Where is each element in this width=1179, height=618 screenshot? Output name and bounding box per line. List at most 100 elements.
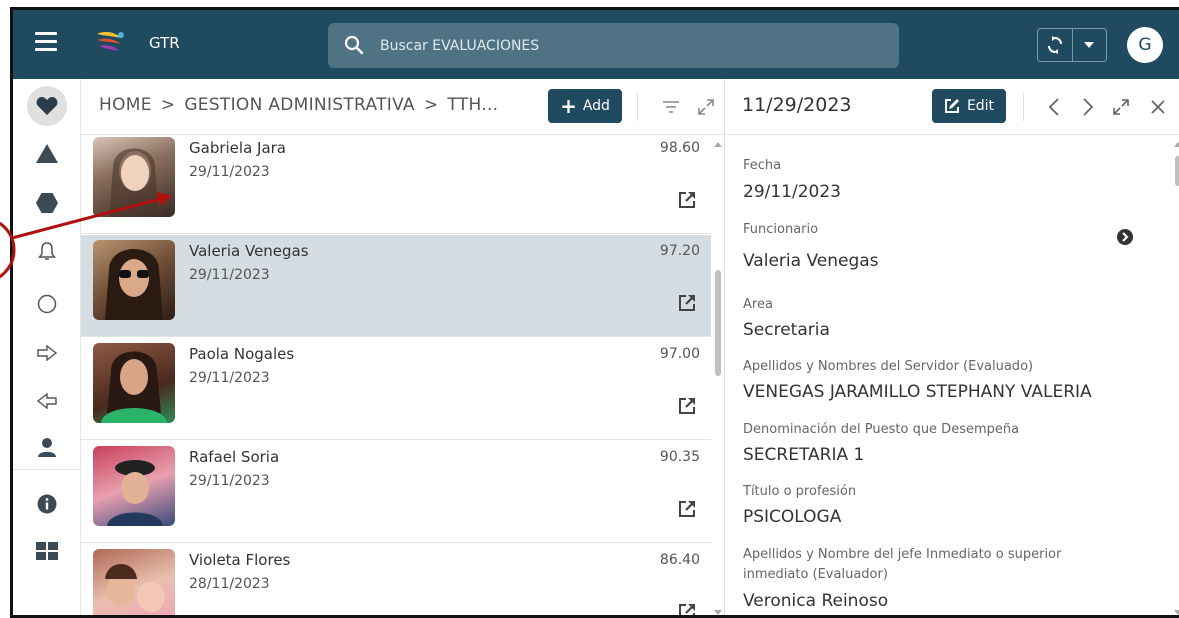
- field-label-fecha: Fecha: [743, 158, 782, 173]
- app-logo: [97, 31, 124, 51]
- evaluation-date: 29/11/2023: [189, 267, 270, 283]
- list-item-selected[interactable]: Valeria Venegas 29/11/2023 97.20: [81, 235, 711, 337]
- rail-apps[interactable]: [27, 531, 67, 571]
- close-icon[interactable]: [1148, 97, 1168, 117]
- rail-user[interactable]: [27, 427, 67, 467]
- field-value-funcionario[interactable]: Valeria Venegas: [743, 251, 879, 271]
- breadcrumb: HOME > GESTION ADMINISTRATIVA > TTH...: [99, 95, 498, 115]
- rail-hexagon[interactable]: [27, 183, 67, 223]
- person-photo: [93, 549, 175, 615]
- arrow-left-icon: [37, 393, 57, 409]
- evaluation-date: 29/11/2023: [189, 370, 270, 386]
- user-icon: [38, 438, 56, 457]
- person-name: Violeta Flores: [189, 551, 291, 569]
- breadcrumb-gestion[interactable]: GESTION ADMINISTRATIVA: [184, 95, 415, 115]
- sync-icon: [1047, 36, 1062, 54]
- list-pane: HOME > GESTION ADMINISTRATIVA > TTH... + Add…: [81, 79, 725, 618]
- open-external-icon[interactable]: [677, 499, 697, 519]
- breadcrumb-tth[interactable]: TTH...: [447, 95, 498, 115]
- field-value-evaluado: VENEGAS JARAMILLO STEPHANY VALERIA: [743, 382, 1092, 402]
- rail-favorites[interactable]: [27, 86, 67, 126]
- rail-circle[interactable]: [27, 284, 67, 324]
- rail-notifications[interactable]: [27, 231, 67, 271]
- hexagon-icon: [36, 193, 58, 213]
- expand-icon[interactable]: [1111, 97, 1131, 117]
- scroll-thumb[interactable]: [1175, 156, 1179, 186]
- field-label-titulo: Título o profesión: [743, 484, 857, 499]
- expand-icon[interactable]: [696, 97, 716, 117]
- field-label-evaluado: Apellidos y Nombres del Servidor (Evalua…: [743, 359, 1034, 374]
- scroll-down-arrow[interactable]: [1174, 610, 1179, 615]
- menu-icon[interactable]: [35, 32, 57, 54]
- scroll-up-arrow[interactable]: [714, 142, 722, 147]
- triangle-icon: [36, 143, 58, 163]
- field-label-area: Area: [743, 297, 773, 312]
- evaluation-date: 29/11/2023: [189, 473, 270, 489]
- sync-button[interactable]: [1038, 29, 1072, 61]
- edit-button-label: Edit: [966, 98, 995, 114]
- left-rail: [13, 79, 81, 615]
- user-avatar[interactable]: G: [1127, 27, 1163, 63]
- add-button-label: Add: [582, 98, 610, 114]
- caret-down-icon: [1084, 42, 1095, 48]
- top-bar: GTR G: [13, 10, 1179, 79]
- circle-icon: [37, 294, 57, 314]
- detail-pane: 11/29/2023 Edit Fecha 29/11/2023 Funcion: [726, 79, 1179, 615]
- app-window: GTR G: [10, 7, 1179, 618]
- open-external-icon[interactable]: [677, 190, 697, 210]
- search-icon: [344, 35, 364, 55]
- detail-scrollbar[interactable]: [1172, 136, 1179, 615]
- list-item[interactable]: Violeta Flores 28/11/2023 86.40: [81, 544, 711, 618]
- search-bar[interactable]: [328, 23, 899, 68]
- plus-icon: +: [560, 94, 577, 118]
- edit-icon: [944, 99, 959, 113]
- person-name: Gabriela Jara: [189, 139, 287, 157]
- heart-icon: [36, 97, 58, 115]
- filter-icon[interactable]: [661, 97, 681, 117]
- breadcrumb-home[interactable]: HOME: [99, 95, 152, 115]
- person-name: Valeria Venegas: [189, 242, 309, 260]
- chevron-right-icon[interactable]: [1078, 97, 1098, 117]
- open-external-icon[interactable]: [677, 293, 697, 313]
- person-name: Rafael Soria: [189, 448, 280, 466]
- rail-info[interactable]: [27, 484, 67, 524]
- sync-control: [1037, 28, 1107, 62]
- header-divider: [1023, 93, 1024, 121]
- grid-icon: [36, 542, 58, 560]
- list-item[interactable]: Gabriela Jara 29/11/2023 98.60: [81, 136, 711, 234]
- sync-dropdown-button[interactable]: [1071, 29, 1107, 61]
- evaluation-date: 28/11/2023: [189, 576, 270, 592]
- open-external-icon[interactable]: [677, 602, 697, 618]
- list-item[interactable]: Paola Nogales 29/11/2023 97.00: [81, 338, 711, 440]
- list-item[interactable]: Rafael Soria 29/11/2023 90.35: [81, 441, 711, 543]
- detail-title-date: 11/29/2023: [742, 94, 852, 116]
- scroll-thumb[interactable]: [715, 270, 721, 376]
- chevron-left-icon[interactable]: [1044, 97, 1064, 117]
- field-value-fecha: 29/11/2023: [743, 182, 841, 202]
- field-value-titulo: PSICOLOGA: [743, 507, 842, 527]
- header-divider: [637, 93, 638, 121]
- evaluation-score: 98.60: [659, 140, 700, 156]
- scroll-up-arrow[interactable]: [1174, 142, 1179, 147]
- open-external-icon[interactable]: [677, 396, 697, 416]
- rail-divider: [13, 469, 81, 470]
- go-to-record-icon[interactable]: [1116, 228, 1134, 246]
- edit-button[interactable]: Edit: [932, 89, 1006, 123]
- rail-back[interactable]: [27, 381, 67, 421]
- scroll-down-arrow[interactable]: [714, 610, 722, 615]
- rail-forward[interactable]: [27, 333, 67, 373]
- breadcrumb-separator: >: [160, 95, 176, 115]
- person-photo: [93, 137, 175, 217]
- rail-triangle[interactable]: [27, 133, 67, 173]
- list-scrollbar[interactable]: [711, 136, 725, 615]
- person-photo: [93, 446, 175, 526]
- evaluation-score: 90.35: [659, 449, 700, 465]
- field-label-jefe: Apellidos y Nombre del jefe Inmediato o …: [743, 547, 1062, 562]
- add-button[interactable]: + Add: [548, 89, 622, 123]
- detail-header: 11/29/2023 Edit: [726, 79, 1179, 135]
- list-header: HOME > GESTION ADMINISTRATIVA > TTH... + Add: [81, 79, 725, 135]
- search-input[interactable]: [380, 23, 880, 68]
- app-title: GTR: [149, 34, 180, 52]
- person-name: Paola Nogales: [189, 345, 295, 363]
- person-photo: [93, 240, 175, 320]
